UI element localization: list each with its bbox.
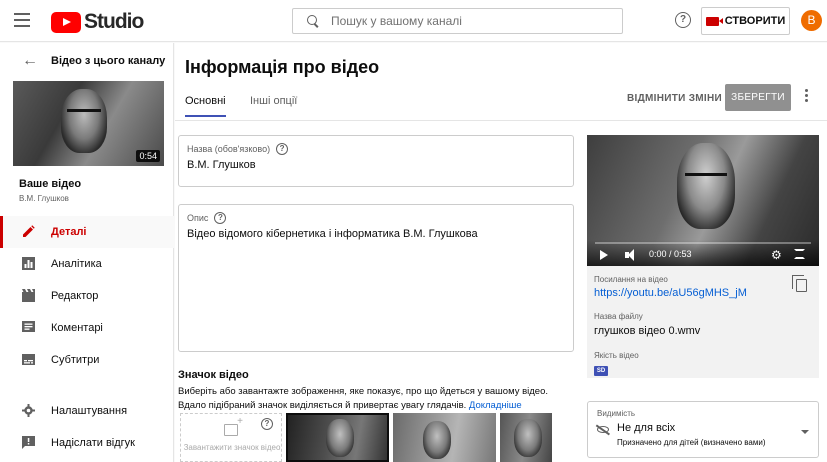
sidebar-item-label: Аналітика bbox=[51, 258, 102, 270]
thumbnail-heading: Значок відео bbox=[178, 369, 249, 381]
sidebar-item-comments[interactable]: Коментарі bbox=[0, 312, 174, 344]
sidebar-item-details[interactable]: Деталі bbox=[0, 216, 174, 248]
arrow-left-icon[interactable]: ← bbox=[22, 53, 38, 69]
time-readout: 0:00 / 0:53 bbox=[649, 249, 692, 259]
back-to-channel-videos[interactable]: ← Відео з цього каналу bbox=[0, 51, 174, 75]
thumbnail-option-2[interactable] bbox=[393, 413, 496, 462]
visibility-subtext: Призначено для дітей (визначено вами) bbox=[617, 438, 766, 447]
fullscreen-icon[interactable] bbox=[794, 249, 805, 259]
logo-text: Studio bbox=[84, 10, 144, 33]
sidebar: ← Відео з цього каналу 0:54 Ваше відео В… bbox=[0, 43, 174, 462]
quality-label: Якість відео bbox=[594, 351, 639, 360]
sidebar-item-subtitles[interactable]: Субтитри bbox=[0, 344, 174, 376]
copy-icon[interactable] bbox=[792, 275, 807, 292]
clapperboard-icon bbox=[22, 289, 35, 302]
subtitles-icon bbox=[22, 354, 35, 365]
upload-thumbnail-label: Завантажити значок відео bbox=[183, 443, 281, 452]
comment-icon bbox=[22, 321, 35, 332]
thumbnail-image bbox=[61, 89, 107, 153]
divider bbox=[175, 120, 827, 121]
video-frame bbox=[677, 143, 735, 229]
description-input[interactable]: Відео відомого кібернетика і інформатика… bbox=[187, 228, 478, 240]
sidebar-bottom-label: Надіслати відгук bbox=[51, 437, 135, 449]
sidebar-item-label: Коментарі bbox=[51, 322, 103, 334]
video-name: В.М. Глушков bbox=[19, 194, 69, 203]
help-icon[interactable]: ? bbox=[214, 212, 227, 224]
gear-icon bbox=[22, 404, 35, 417]
search-box[interactable] bbox=[292, 8, 623, 34]
top-bar: Studio ? СТВОРИТИ В bbox=[0, 0, 827, 42]
title-field[interactable]: Назва (обов'язково) ? В.М. Глушков bbox=[178, 135, 574, 187]
sidebar-bottom-label: Налаштування bbox=[51, 405, 128, 417]
settings-gear-icon[interactable]: ⚙ bbox=[771, 248, 782, 262]
visibility-value: Не для всіх bbox=[617, 422, 676, 434]
visibility-label: Видимість bbox=[597, 409, 636, 418]
analytics-icon bbox=[22, 257, 35, 270]
duration-badge: 0:54 bbox=[136, 150, 160, 162]
more-vert-icon[interactable] bbox=[801, 87, 811, 107]
help-icon[interactable]: ? bbox=[261, 418, 273, 430]
studio-logo[interactable]: Studio bbox=[51, 10, 144, 34]
thumbnail-option-3[interactable] bbox=[500, 413, 552, 462]
youtube-logo-icon bbox=[51, 11, 81, 33]
visibility-select[interactable]: Видимість Не для всіх Призначено для діт… bbox=[587, 401, 819, 458]
upload-thumbnail-button[interactable]: ? Завантажити значок відео bbox=[180, 413, 282, 462]
main-content: Інформація про відео Основні Інші опції … bbox=[175, 43, 827, 462]
sidebar-item-settings[interactable]: Налаштування bbox=[0, 395, 174, 427]
thumbnail-description: Виберіть або завантажте зображення, яке … bbox=[178, 386, 549, 411]
title-field-label: Назва (обов'язково) bbox=[187, 144, 271, 154]
tab-basic[interactable]: Основні bbox=[185, 95, 226, 117]
filename-label: Назва файлу bbox=[594, 312, 643, 321]
sidebar-item-label: Деталі bbox=[51, 226, 87, 238]
title-input[interactable]: В.М. Глушков bbox=[187, 159, 256, 171]
video-thumbnail[interactable]: 0:54 bbox=[13, 81, 164, 166]
create-button-label: СТВОРИТИ bbox=[724, 15, 786, 27]
help-icon[interactable]: ? bbox=[276, 143, 289, 155]
video-camera-icon bbox=[705, 16, 723, 26]
tab-more-options[interactable]: Інші опції bbox=[250, 95, 297, 117]
player-controls: 0:00 / 0:53 ⚙ bbox=[587, 240, 819, 266]
play-icon[interactable] bbox=[600, 250, 608, 260]
menu-icon[interactable] bbox=[14, 13, 30, 27]
add-photo-icon bbox=[224, 416, 243, 436]
feedback-icon bbox=[22, 436, 35, 449]
description-field-label: Опис bbox=[187, 213, 209, 223]
video-link[interactable]: https://youtu.be/aU56gMHS_jM bbox=[594, 287, 747, 299]
sidebar-item-analytics[interactable]: Аналітика bbox=[0, 248, 174, 280]
progress-bar[interactable] bbox=[595, 242, 811, 244]
filename-value: глушков відео 0.wmv bbox=[594, 325, 701, 337]
page-title: Інформація про відео bbox=[185, 57, 380, 77]
help-icon[interactable]: ? bbox=[675, 12, 691, 28]
undo-changes-button[interactable]: ВІДМІНИТИ ЗМІНИ bbox=[627, 93, 722, 104]
search-input[interactable] bbox=[331, 14, 611, 28]
avatar[interactable]: В bbox=[801, 10, 822, 31]
create-button[interactable]: СТВОРИТИ bbox=[701, 7, 790, 35]
sidebar-item-editor[interactable]: Редактор bbox=[0, 280, 174, 312]
video-link-label: Посилання на відео bbox=[594, 275, 668, 284]
learn-more-link[interactable]: Докладніше bbox=[469, 400, 522, 411]
sidebar-item-label: Субтитри bbox=[51, 354, 100, 366]
your-video-label: Ваше відео bbox=[19, 178, 82, 190]
volume-icon[interactable] bbox=[625, 249, 637, 261]
thumbnail-option-1[interactable] bbox=[286, 413, 389, 462]
chevron-down-icon[interactable] bbox=[801, 430, 809, 434]
video-player[interactable]: 0:00 / 0:53 ⚙ bbox=[587, 135, 819, 266]
sd-badge: SD bbox=[594, 366, 608, 376]
pencil-icon bbox=[23, 225, 35, 237]
back-label[interactable]: Відео з цього каналу bbox=[51, 55, 165, 67]
video-info-panel: Посилання на відео https://youtu.be/aU56… bbox=[587, 266, 819, 378]
eye-off-icon bbox=[597, 426, 609, 433]
search-icon[interactable] bbox=[307, 15, 319, 27]
sidebar-item-label: Редактор bbox=[51, 290, 99, 302]
save-button[interactable]: ЗБЕРЕГТИ bbox=[725, 84, 791, 111]
sidebar-item-feedback[interactable]: Надіслати відгук bbox=[0, 427, 174, 459]
description-field[interactable]: Опис ? Відео відомого кібернетика і інфо… bbox=[178, 204, 574, 352]
